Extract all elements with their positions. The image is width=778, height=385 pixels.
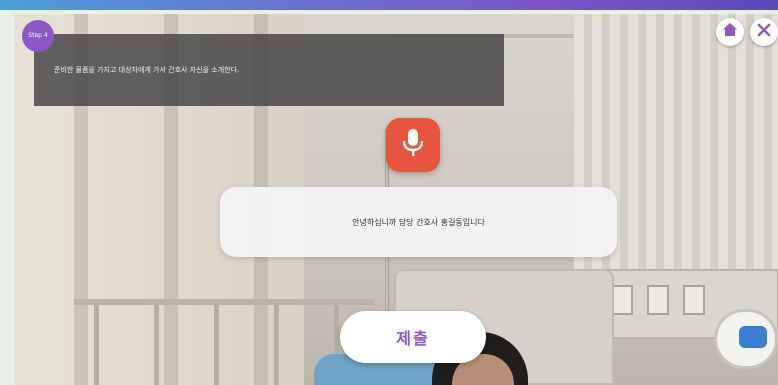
patient-monitor [714,309,778,369]
wall-socket [611,285,633,315]
monitor-screen [739,326,767,348]
rail-bar [214,305,219,385]
speech-transcript-bubble: 안녕하십니까 담당 간호사 홍길동입니다 [220,187,617,257]
microphone-button[interactable] [386,118,440,172]
wall-socket [647,285,669,315]
speech-transcript-text: 안녕하십니까 담당 간호사 홍길동입니다 [352,217,485,227]
rail-bar [274,305,279,385]
step-badge: Step 4 [22,20,54,52]
top-accent-strip [0,0,778,10]
rail-bar [154,305,159,385]
close-button[interactable] [750,18,778,46]
instruction-text: 준비한 물품을 가지고 대상자에게 가서 간호사 자신을 소개한다. [54,66,240,74]
submit-button-label: 제출 [396,329,430,348]
microphone-icon [402,128,424,162]
rail-bar [94,305,99,385]
home-button[interactable] [716,18,744,46]
wall-socket [683,285,705,315]
step-badge-text: Step 4 [28,32,48,40]
instruction-panel: 준비한 물품을 가지고 대상자에게 가서 간호사 자신을 소개한다. [34,34,504,106]
home-icon [722,22,738,42]
submit-button[interactable]: 제출 [340,311,486,363]
close-icon [756,22,772,42]
